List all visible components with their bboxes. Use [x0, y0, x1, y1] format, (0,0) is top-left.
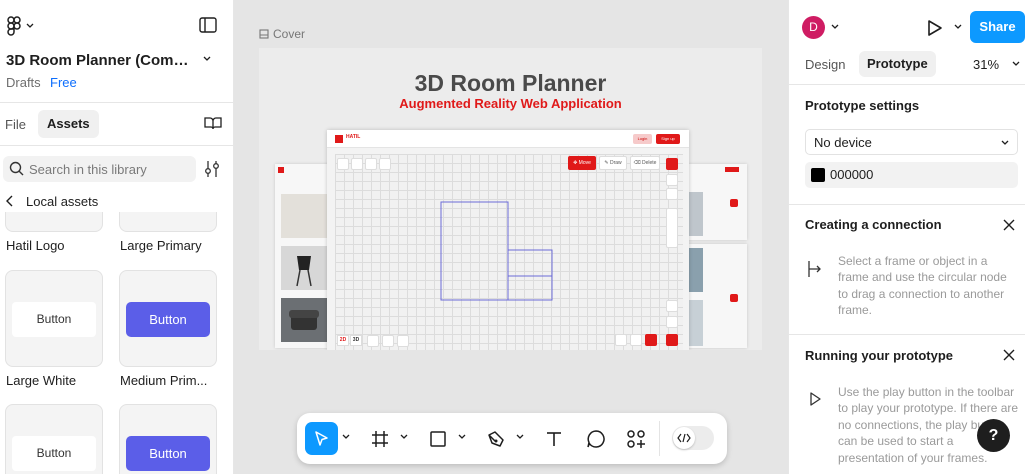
- sidebar-toggle-icon[interactable]: [199, 17, 217, 33]
- background-color-field[interactable]: 000000: [805, 162, 1018, 188]
- play-icon[interactable]: [927, 19, 943, 37]
- library-search: [3, 156, 196, 182]
- asset-preview-large-white[interactable]: Button: [5, 270, 103, 367]
- components-icon: [626, 429, 646, 449]
- plan-badge[interactable]: Free: [50, 75, 77, 90]
- button-preview: Button: [126, 302, 210, 337]
- frame-tool-button[interactable]: [363, 422, 396, 455]
- asset-preview-large-primary[interactable]: [119, 212, 217, 232]
- tab-file[interactable]: File: [5, 117, 26, 132]
- comment-icon: [586, 429, 606, 449]
- file-header: 3D Room Planner (Commun... Drafts Free: [0, 0, 233, 103]
- mockup-right-lower: [687, 244, 747, 348]
- play-outline-icon: [809, 392, 821, 406]
- floor-plan-walls: [440, 201, 553, 301]
- chevron-down-icon[interactable]: [1012, 61, 1020, 67]
- frame-hash-icon: [371, 430, 389, 448]
- tab-prototype[interactable]: Prototype: [859, 51, 936, 77]
- running-prototype-title: Running your prototype: [805, 348, 954, 363]
- product-thumbnail: [281, 194, 327, 238]
- chevron-down-icon[interactable]: [831, 24, 839, 30]
- back-label: Local assets: [26, 194, 99, 209]
- prototype-settings-title: Prototype settings: [805, 98, 920, 113]
- shape-tool-button[interactable]: [421, 422, 454, 455]
- mockup-right: [687, 164, 747, 240]
- text-tool-button[interactable]: [537, 422, 570, 455]
- product-thumbnail: [281, 246, 327, 290]
- actions-tool-button[interactable]: [619, 422, 652, 455]
- connection-help-text: Select a frame or object in a frame and …: [838, 254, 1007, 318]
- file-location[interactable]: Drafts: [6, 75, 41, 90]
- right-tabs: Design Prototype 31%: [789, 50, 1025, 85]
- text-icon: [545, 430, 563, 448]
- background-hex[interactable]: 000000: [830, 167, 873, 182]
- connection-node-icon: [807, 259, 825, 279]
- tab-design[interactable]: Design: [805, 57, 845, 72]
- product-thumbnail: [281, 298, 327, 342]
- button-preview: Button: [126, 436, 210, 471]
- asset-name: Hatil Logo: [6, 238, 65, 253]
- device-value: No device: [814, 135, 872, 150]
- cover-subtitle: Augmented Reality Web Application: [399, 96, 622, 111]
- asset-preview-hatil-logo[interactable]: [5, 212, 103, 232]
- asset-preview-medium-primary[interactable]: Button: [119, 270, 217, 367]
- section-divider: [789, 334, 1025, 335]
- button-preview: Button: [12, 302, 96, 337]
- search-input[interactable]: [29, 156, 189, 182]
- cursor-icon: [313, 430, 331, 448]
- asset-name: Medium Prim...: [120, 373, 208, 388]
- code-icon: [673, 427, 695, 449]
- pen-tool-button[interactable]: [479, 422, 512, 455]
- chevron-down-icon[interactable]: [458, 434, 466, 440]
- bottom-toolbar: [297, 413, 727, 464]
- creating-connection-title: Creating a connection: [805, 217, 942, 232]
- search-icon: [9, 161, 24, 176]
- close-icon[interactable]: [1003, 219, 1015, 231]
- chevron-down-icon[interactable]: [203, 56, 211, 62]
- chevron-left-icon: [6, 195, 14, 207]
- dev-mode-toggle[interactable]: [672, 426, 714, 450]
- device-select[interactable]: No device: [805, 129, 1018, 155]
- close-icon[interactable]: [1003, 349, 1015, 361]
- chevron-down-icon: [1001, 140, 1009, 146]
- color-swatch[interactable]: [811, 168, 825, 182]
- cover-title: 3D Room Planner: [414, 70, 607, 96]
- chevron-down-icon[interactable]: [400, 434, 408, 440]
- button-preview: Button: [12, 436, 96, 471]
- zoom-level[interactable]: 31%: [973, 57, 999, 72]
- asset-name: Large White: [6, 373, 77, 388]
- frame-name: Cover: [273, 27, 306, 41]
- toolbar-divider: [659, 421, 660, 456]
- chevron-down-icon[interactable]: [342, 434, 350, 440]
- canvas[interactable]: Cover 3D Room Planner Augmented Reality …: [234, 0, 788, 474]
- pen-icon: [486, 429, 506, 449]
- left-tabs: File Assets: [0, 104, 233, 146]
- frame-label[interactable]: Cover: [259, 27, 305, 41]
- filter-icon[interactable]: [204, 160, 220, 178]
- help-button[interactable]: ?: [977, 419, 1010, 452]
- asset-preview[interactable]: Button: [119, 404, 217, 474]
- asset-preview[interactable]: Button: [5, 404, 103, 474]
- chevron-down-icon[interactable]: [954, 24, 962, 30]
- tab-assets[interactable]: Assets: [38, 110, 99, 138]
- main-menu-button[interactable]: [6, 16, 34, 36]
- asset-name: Large Primary: [120, 238, 202, 253]
- room-planner-mockup: HATIL Login Sign up ✥ Move ✎ Draw ⌫ Dele…: [327, 130, 689, 350]
- back-to-libraries[interactable]: Local assets: [0, 191, 233, 213]
- chevron-down-icon[interactable]: [516, 434, 524, 440]
- frame-icon: [259, 29, 269, 39]
- move-tool-button[interactable]: [305, 422, 338, 455]
- share-button[interactable]: Share: [970, 11, 1025, 43]
- left-panel: 3D Room Planner (Commun... Drafts Free F…: [0, 0, 234, 474]
- file-title[interactable]: 3D Room Planner (Commun...: [6, 52, 196, 69]
- avatar[interactable]: D: [802, 16, 825, 39]
- rectangle-icon: [429, 430, 447, 448]
- library-book-icon[interactable]: [204, 116, 222, 130]
- comment-tool-button[interactable]: [579, 422, 612, 455]
- chevron-down-icon: [26, 23, 34, 29]
- cover-frame[interactable]: 3D Room Planner Augmented Reality Web Ap…: [259, 48, 762, 350]
- figma-logo-icon: [6, 16, 22, 36]
- section-divider: [789, 204, 1025, 205]
- right-panel: D Share Design Prototype 31% Prototype s…: [788, 0, 1025, 474]
